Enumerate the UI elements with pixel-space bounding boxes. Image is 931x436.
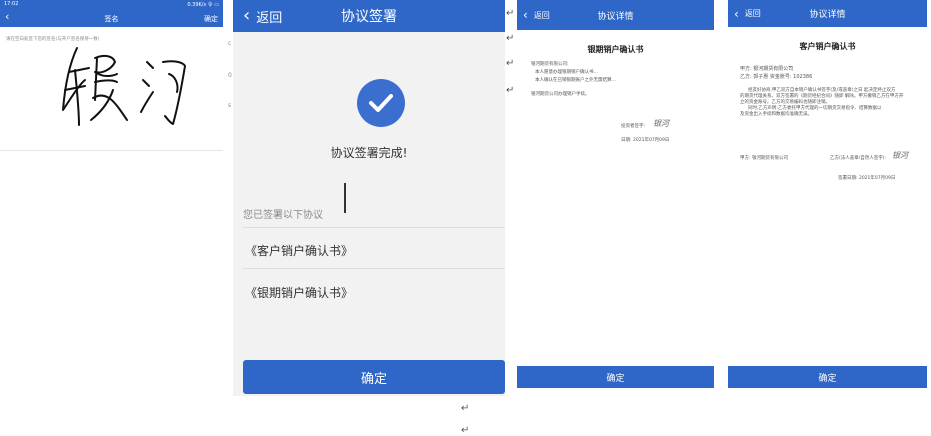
completion-screen: 协议签署 ‹ 返回 协议签署完成! 您已签署以下协议 《客户销户确认书》 《银期… bbox=[233, 0, 505, 396]
account-number: 102386 bbox=[793, 74, 813, 80]
confirm-label: 确定 bbox=[360, 371, 387, 387]
return-mark: ↵ bbox=[506, 8, 515, 19]
party-b-label: 乙方: bbox=[740, 74, 752, 80]
signed-agreements-label: 您已签署以下协议 bbox=[243, 210, 323, 221]
party-b-name: 郭子惠 bbox=[753, 74, 769, 80]
completion-confirm-button[interactable]: 确定 bbox=[243, 360, 505, 394]
party-b-sign: 乙方(法人盖章/自然人签字): bbox=[830, 156, 887, 161]
doc-addressee: 银河期货有限公司: bbox=[531, 62, 569, 67]
chevron-left-icon: ‹ bbox=[734, 6, 739, 21]
date-label: 日期: bbox=[621, 138, 632, 143]
party-a-name: 银河期货有限公司 bbox=[753, 66, 794, 72]
back-label: 返回 bbox=[744, 9, 761, 18]
doc-date: 2021年07月09日 bbox=[633, 138, 670, 143]
doc-signature: 银河 bbox=[653, 119, 669, 128]
success-message: 协议签署完成! bbox=[330, 146, 408, 160]
back-button[interactable]: ‹ 返回 bbox=[734, 7, 761, 21]
doc-paragraph: 本人愿意办理银期销户确认书... bbox=[535, 70, 598, 75]
chevron-left-icon: ‹ bbox=[523, 8, 528, 22]
success-check-icon bbox=[357, 79, 405, 127]
side-mark: 0 bbox=[228, 72, 232, 79]
party-a-line: 甲方: 银河期货有限公司 bbox=[740, 66, 793, 72]
signature-canvas[interactable] bbox=[55, 40, 205, 135]
doc-header: 协议详情 ‹ 返回 bbox=[517, 0, 714, 30]
party-a-sign: 甲方: 银河期货有限公司 bbox=[740, 156, 788, 161]
return-mark: ↵ bbox=[461, 403, 470, 414]
back-button[interactable]: ‹ 返回 bbox=[523, 8, 550, 22]
completion-header: 协议签署 ‹ 返回 bbox=[233, 0, 505, 32]
party-a-label: 甲方: bbox=[740, 66, 752, 72]
return-mark: ↵ bbox=[506, 33, 515, 44]
party-b-line: 乙方: 郭子惠 资金账号: 102386 bbox=[740, 74, 812, 80]
doc-confirm-button[interactable]: 确定 bbox=[728, 366, 927, 388]
sign-date: 2021年07月09日 bbox=[858, 176, 896, 181]
doc-paragraph: 本人确认在已销银期账户之外无需结算... bbox=[535, 78, 616, 83]
sign-date-line: 签署日期: 2021年07月09日 bbox=[838, 176, 895, 182]
return-mark: ↵ bbox=[506, 85, 515, 96]
agreement-divider bbox=[243, 227, 505, 228]
status-time: 17:02 bbox=[4, 1, 19, 7]
sign-date-label: 签署日期: bbox=[838, 176, 858, 181]
doc-title: 银期销户确认书 bbox=[587, 45, 644, 54]
customer-close-doc-screen: 协议详情 ‹ 返回 客户销户确认书 甲方: 银河期货有限公司 乙方: 郭子惠 资… bbox=[728, 0, 927, 390]
checkmark-icon bbox=[369, 94, 393, 112]
return-mark: ↵ bbox=[506, 58, 515, 69]
doc-body: 经友好协商,甲乙双方自本销户确认书签字(及/或盖章)之日 起决定终止双方 的期货… bbox=[740, 88, 919, 118]
confirm-label: 确定 bbox=[606, 373, 625, 384]
signature-header: 17:02 0.39K/s 令 ▭ ‹ 签名 确定 bbox=[0, 0, 223, 27]
back-label: 返回 bbox=[533, 10, 550, 20]
doc-title: 客户销户确认书 bbox=[799, 42, 856, 51]
doc-confirm-button[interactable]: 确定 bbox=[517, 366, 714, 388]
account-label: 资金账号: bbox=[769, 74, 792, 80]
doc-footer-note: 银河期货公司办理销户手续。 bbox=[531, 92, 590, 97]
back-label: 返回 bbox=[256, 10, 283, 26]
doc-body-line: 及资金出入手续和数据均准确无误。 bbox=[740, 112, 812, 117]
status-icons: 0.39K/s 令 ▭ bbox=[187, 2, 219, 8]
agreement-link[interactable]: 《客户销户确认书》 bbox=[245, 242, 353, 259]
side-mark: c bbox=[228, 40, 232, 47]
doc-signature: 银河 bbox=[892, 151, 908, 160]
agreement-divider bbox=[243, 268, 505, 269]
bank-futures-doc-screen: 协议详情 ‹ 返回 银期销户确认书 银河期货有限公司: 本人愿意办理银期销户确认… bbox=[517, 0, 714, 390]
confirm-label: 确定 bbox=[818, 373, 837, 384]
chevron-left-icon: ‹ bbox=[243, 5, 251, 26]
text-cursor bbox=[344, 183, 346, 213]
side-mark: s bbox=[228, 102, 232, 109]
signature-confirm-link[interactable]: 确定 bbox=[204, 14, 218, 24]
agreement-link[interactable]: 《银期销户确认书》 bbox=[245, 284, 353, 301]
signature-screen: 17:02 0.39K/s 令 ▭ ‹ 签名 确定 请在空白处签下您的签名(与开… bbox=[0, 0, 223, 151]
signature-title: 签名 bbox=[104, 15, 119, 23]
doc-header: 协议详情 ‹ 返回 bbox=[728, 0, 927, 27]
return-mark: ↵ bbox=[461, 425, 470, 436]
back-button[interactable]: ‹ 返回 bbox=[243, 7, 282, 26]
signer-label: 投资者签字: bbox=[621, 124, 646, 129]
